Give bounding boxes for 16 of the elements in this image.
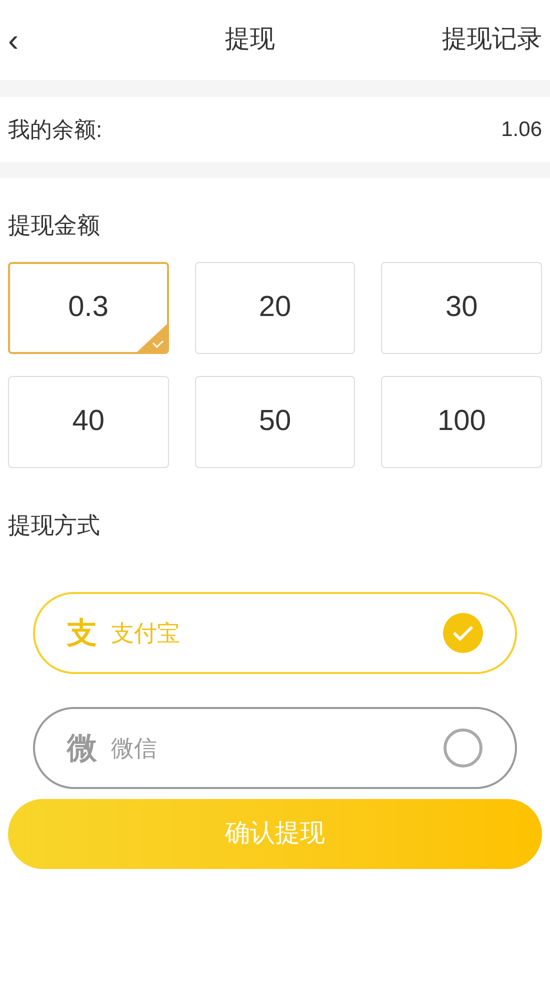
method-section-title: 提现方式 (8, 510, 101, 540)
payment-icon: 微 (67, 726, 97, 770)
records-link[interactable]: 提现记录 (432, 21, 542, 59)
amount-option[interactable]: 0.3 (8, 262, 169, 354)
page-title: 提现 (225, 24, 275, 56)
balance-label: 我的余额: (8, 116, 102, 144)
check-corner-icon (136, 324, 167, 352)
amount-option[interactable]: 40 (8, 376, 169, 468)
amount-section-title: 提现金额 (8, 211, 101, 240)
amount-option[interactable]: 20 (194, 262, 356, 354)
amount-option[interactable]: 30 (381, 262, 542, 354)
amount-option[interactable]: 100 (381, 376, 542, 468)
payment-icon: 支 (67, 610, 97, 656)
back-button[interactable]: ‹ (8, 16, 68, 64)
amount-option[interactable]: 50 (194, 376, 356, 468)
balance-value: 1.06 (501, 116, 542, 143)
